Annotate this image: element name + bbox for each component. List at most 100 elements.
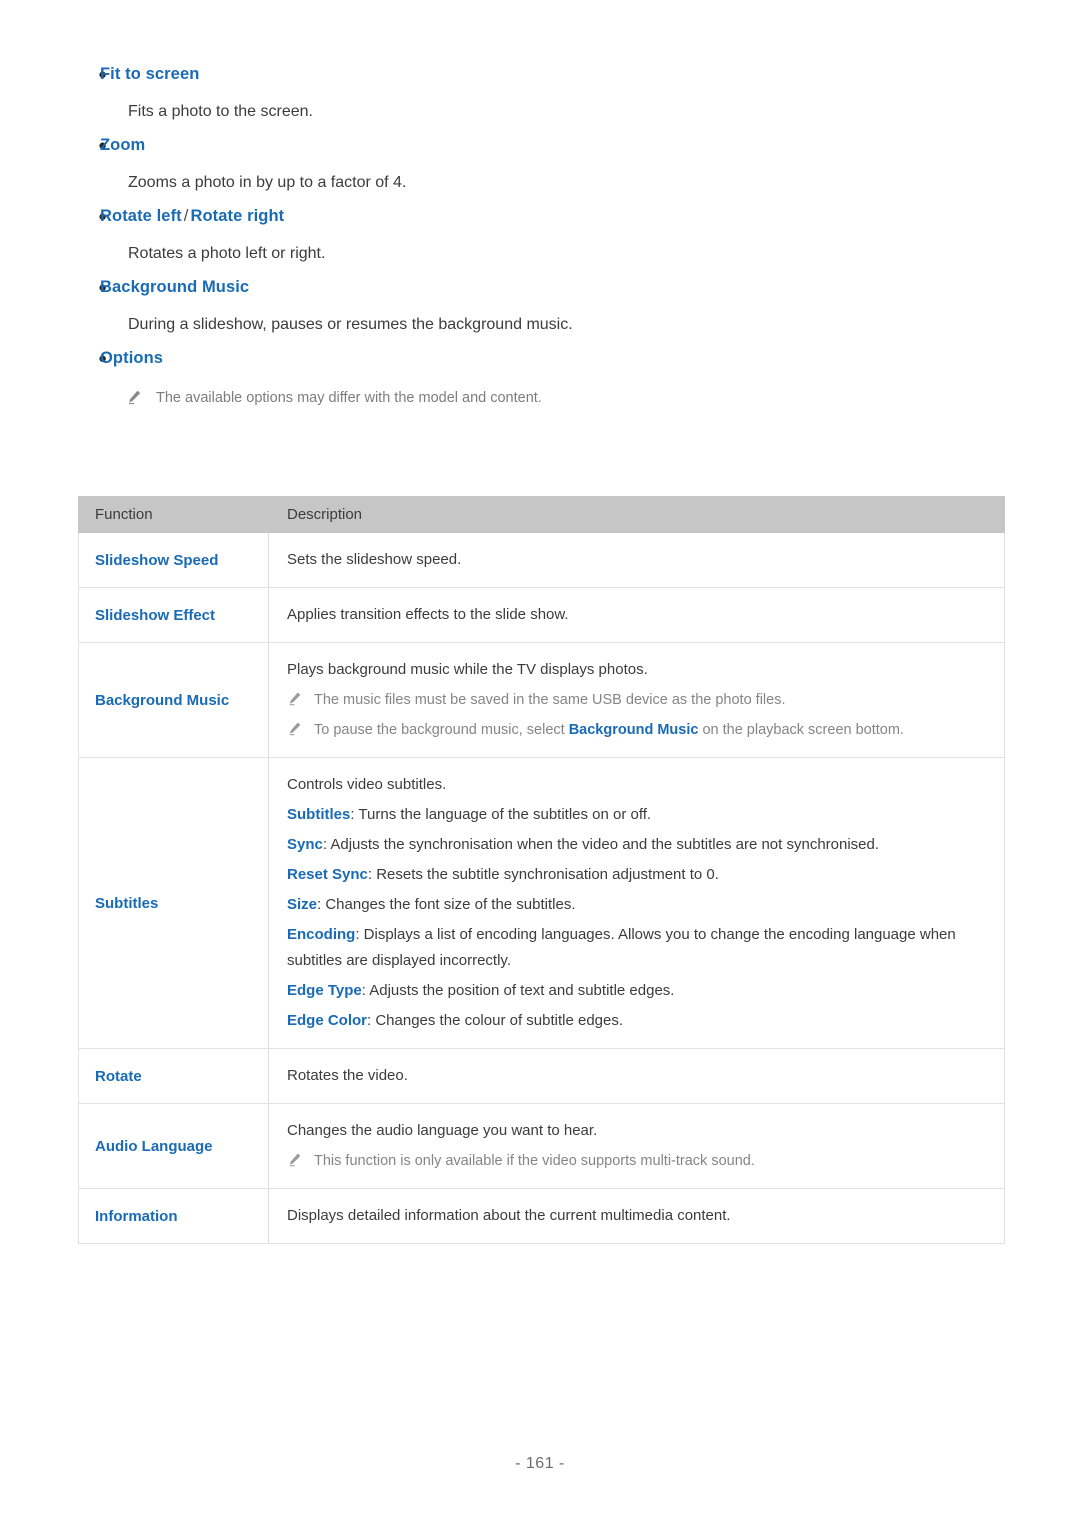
sub-option-description: : Displays a list of encoding languages.… bbox=[287, 926, 956, 969]
table-row: Slideshow Speed Sets the slideshow speed. bbox=[78, 532, 1005, 588]
bullet-dot-icon: ● bbox=[98, 137, 108, 154]
sub-option-description: : Turns the language of the subtitles on… bbox=[350, 806, 652, 823]
function-cell[interactable]: Background Music bbox=[78, 642, 269, 758]
bullet-heading: ● Options bbox=[78, 344, 1008, 373]
table-row: Information Displays detailed information… bbox=[78, 1188, 1005, 1244]
sub-option-name[interactable]: Edge Color bbox=[287, 1012, 367, 1029]
table-row: Audio Language Changes the audio language… bbox=[78, 1103, 1005, 1189]
sub-option-name[interactable]: Edge Type bbox=[287, 982, 362, 999]
description-line: Size: Changes the font size of the subti… bbox=[287, 890, 990, 920]
bullet-description: Zooms a photo in by up to a factor of 4. bbox=[128, 174, 407, 191]
function-cell[interactable]: Rotate bbox=[78, 1048, 269, 1104]
description-cell: Plays background music while the TV disp… bbox=[268, 642, 1005, 758]
sub-option-description: : Adjusts the synchronisation when the v… bbox=[322, 836, 880, 853]
sub-option-description: : Adjusts the position of text and subti… bbox=[361, 982, 675, 999]
function-cell[interactable]: Audio Language bbox=[78, 1103, 269, 1189]
column-header-description: Description bbox=[268, 496, 1005, 533]
sub-option-name[interactable]: Subtitles bbox=[287, 806, 350, 823]
pencil-icon bbox=[126, 387, 142, 405]
table-note: This function is only available if the v… bbox=[287, 1146, 990, 1176]
description-cell: Changes the audio language you want to h… bbox=[268, 1103, 1005, 1189]
bullet-description: During a slideshow, pauses or resumes th… bbox=[128, 316, 573, 333]
function-cell[interactable]: Slideshow Speed bbox=[78, 532, 269, 588]
sub-option-description: : Changes the colour of subtitle edges. bbox=[367, 1012, 624, 1029]
bullet-block: ● Background Music During a slideshow, pau… bbox=[78, 273, 1008, 338]
table-body: Slideshow Speed Sets the slideshow speed.… bbox=[78, 532, 1005, 1244]
description-line: Displays detailed information about the … bbox=[287, 1207, 731, 1224]
pencil-icon bbox=[287, 718, 302, 736]
bullet-dot-icon: ● bbox=[98, 279, 108, 296]
bullet-title[interactable]: Background Music bbox=[100, 273, 249, 301]
table-row: Slideshow Effect Applies transition effec… bbox=[78, 587, 1005, 643]
table-row: Background Music Plays background music w… bbox=[78, 642, 1005, 758]
sub-option-name[interactable]: Size bbox=[287, 896, 317, 913]
note-term[interactable]: Background Music bbox=[569, 722, 699, 738]
sub-option-name[interactable]: Encoding bbox=[287, 926, 355, 943]
description-line: Edge Type: Adjusts the position of text … bbox=[287, 976, 990, 1006]
bullet-description: Fits a photo to the screen. bbox=[128, 103, 313, 120]
note-text: The music files must be saved in the sam… bbox=[314, 692, 786, 708]
bullet-description: Rotates a photo left or right. bbox=[128, 245, 326, 262]
page-number: - 161 - bbox=[515, 1455, 565, 1472]
bullet-dot-icon: ● bbox=[98, 66, 108, 83]
options-note: The available options may differ with th… bbox=[126, 387, 1008, 409]
bullet-heading: ● Background Music bbox=[78, 273, 1008, 302]
note-text: The available options may differ with th… bbox=[156, 390, 542, 406]
bullet-section: ● Fit to screen Fits a photo to the screen… bbox=[78, 60, 1008, 409]
description-cell: Sets the slideshow speed. bbox=[268, 532, 1005, 588]
note-text: This function is only available if the v… bbox=[314, 1153, 755, 1169]
bullet-dot-icon: ● bbox=[98, 208, 108, 225]
bullet-title[interactable]: Fit to screen bbox=[100, 60, 199, 88]
bullet-block: ● Zoom Zooms a photo in by up to a factor … bbox=[78, 131, 1008, 196]
note-text-post: on the playback screen bottom. bbox=[698, 722, 904, 738]
description-cell: Rotates the video. bbox=[268, 1048, 1005, 1104]
table-note: The music files must be saved in the sam… bbox=[287, 685, 990, 715]
description-line: Plays background music while the TV disp… bbox=[287, 661, 648, 678]
description-line: Applies transition effects to the slide … bbox=[287, 606, 569, 623]
description-line: Changes the audio language you want to h… bbox=[287, 1122, 598, 1139]
page-footer: - 161 - bbox=[0, 1455, 1080, 1473]
options-table: Function Description Slideshow Speed Sets… bbox=[78, 496, 1005, 1244]
table-header-row: Function Description bbox=[78, 496, 1005, 533]
function-cell[interactable]: Slideshow Effect bbox=[78, 587, 269, 643]
description-cell: Displays detailed information about the … bbox=[268, 1188, 1005, 1244]
sub-option-description: : Resets the subtitle synchronisation ad… bbox=[367, 866, 719, 883]
table-row: Subtitles Controls video subtitles. Subtit… bbox=[78, 757, 1005, 1049]
description-line: Controls video subtitles. bbox=[287, 776, 447, 793]
description-line: Subtitles: Turns the language of the sub… bbox=[287, 800, 990, 830]
function-cell[interactable]: Information bbox=[78, 1188, 269, 1244]
bullet-dot-icon: ● bbox=[98, 350, 108, 367]
description-line: Reset Sync: Resets the subtitle synchron… bbox=[287, 860, 990, 890]
table-row: Rotate Rotates the video. bbox=[78, 1048, 1005, 1104]
description-line: Rotates the video. bbox=[287, 1067, 408, 1084]
bullet-heading: ● Rotate left / Rotate right bbox=[78, 202, 1008, 231]
bullet-title[interactable]: Zoom bbox=[100, 131, 145, 159]
pencil-icon bbox=[287, 1149, 302, 1167]
sub-option-description: : Changes the font size of the subtitles… bbox=[317, 896, 576, 913]
sub-option-name[interactable]: Sync bbox=[287, 836, 323, 853]
bullet-heading: ● Fit to screen bbox=[78, 60, 1008, 89]
note-text-pre: To pause the background music, select bbox=[314, 722, 569, 738]
description-line: Encoding: Displays a list of encoding la… bbox=[287, 920, 990, 976]
document-page: ● Fit to screen Fits a photo to the screen… bbox=[0, 0, 1080, 1527]
note-text: To pause the background music, select Ba… bbox=[314, 718, 904, 742]
description-line: Edge Color: Changes the colour of subtit… bbox=[287, 1006, 990, 1036]
bullet-block: ● Rotate left / Rotate right Rotates a photo… bbox=[78, 202, 1008, 267]
pencil-icon bbox=[287, 688, 302, 706]
bullet-title-alt[interactable]: Rotate right bbox=[190, 202, 284, 230]
bullet-heading: ● Zoom bbox=[78, 131, 1008, 160]
description-cell: Applies transition effects to the slide … bbox=[268, 587, 1005, 643]
bullet-title[interactable]: Rotate left bbox=[100, 202, 182, 230]
bullet-block: ● Fit to screen Fits a photo to the screen… bbox=[78, 60, 1008, 125]
description-line: Sets the slideshow speed. bbox=[287, 551, 462, 568]
bullet-block: ● Options bbox=[78, 344, 1008, 373]
column-header-function: Function bbox=[78, 496, 269, 533]
bullet-title-separator: / bbox=[183, 207, 189, 225]
table-header: Function Description bbox=[78, 496, 1005, 533]
description-line: Sync: Adjusts the synchronisation when t… bbox=[287, 830, 990, 860]
function-cell[interactable]: Subtitles bbox=[78, 757, 269, 1049]
table-note: To pause the background music, select Ba… bbox=[287, 715, 990, 745]
bullet-title[interactable]: Options bbox=[100, 344, 163, 372]
sub-option-name[interactable]: Reset Sync bbox=[287, 866, 368, 883]
description-cell: Controls video subtitles. Subtitles: Turn… bbox=[268, 757, 1005, 1049]
